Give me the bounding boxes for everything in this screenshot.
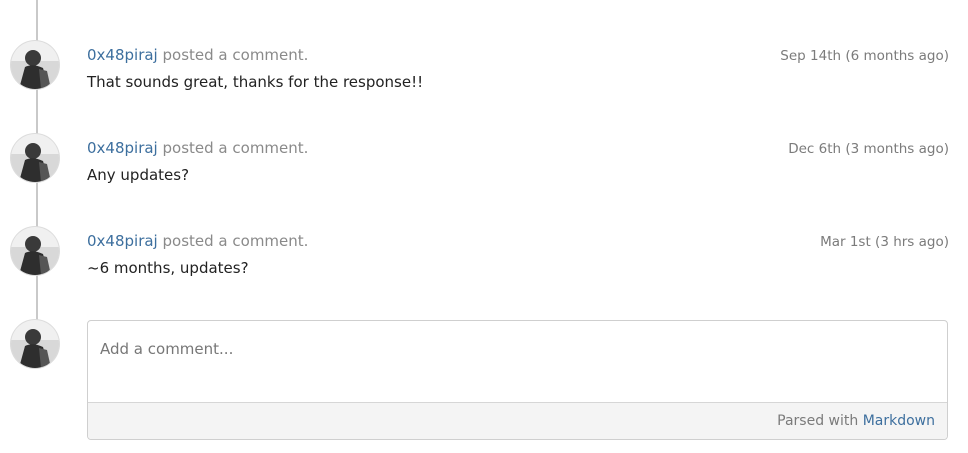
parsed-with-label: Parsed with bbox=[777, 413, 859, 429]
comment-input[interactable] bbox=[88, 321, 947, 403]
comment-action-text: posted a comment. bbox=[162, 232, 309, 250]
comment-timestamp[interactable]: Dec 6th (3 months ago) bbox=[788, 139, 949, 159]
comment-body: ~6 months, updates? bbox=[87, 259, 249, 277]
comment-timestamp[interactable]: Mar 1st (3 hrs ago) bbox=[820, 232, 949, 252]
author-link[interactable]: 0x48piraj bbox=[87, 232, 158, 250]
current-user-avatar bbox=[11, 320, 59, 368]
avatar[interactable] bbox=[11, 41, 59, 89]
user-avatar-icon bbox=[11, 227, 59, 275]
comment-body: Any updates? bbox=[87, 166, 190, 184]
user-avatar-icon bbox=[11, 134, 59, 182]
comment-action-text: posted a comment. bbox=[162, 46, 309, 64]
comment-header: 0x48piraj posted a comment. Sep 14th (6 … bbox=[87, 45, 949, 65]
avatar[interactable] bbox=[11, 227, 59, 275]
comment-composer: Parsed with Markdown bbox=[87, 320, 948, 440]
author-link[interactable]: 0x48piraj bbox=[87, 46, 158, 64]
user-avatar-icon bbox=[11, 320, 59, 368]
comment-header: 0x48piraj posted a comment. Mar 1st (3 h… bbox=[87, 231, 949, 251]
author-link[interactable]: 0x48piraj bbox=[87, 139, 158, 157]
user-avatar-icon bbox=[11, 41, 59, 89]
comment-header: 0x48piraj posted a comment. Dec 6th (3 m… bbox=[87, 138, 949, 158]
avatar[interactable] bbox=[11, 134, 59, 182]
composer-footer: Parsed with Markdown bbox=[88, 402, 947, 439]
comment-action-text: posted a comment. bbox=[162, 139, 309, 157]
comment-timestamp[interactable]: Sep 14th (6 months ago) bbox=[780, 46, 949, 66]
markdown-link[interactable]: Markdown bbox=[863, 413, 935, 429]
comment-body: That sounds great, thanks for the respon… bbox=[87, 73, 424, 91]
